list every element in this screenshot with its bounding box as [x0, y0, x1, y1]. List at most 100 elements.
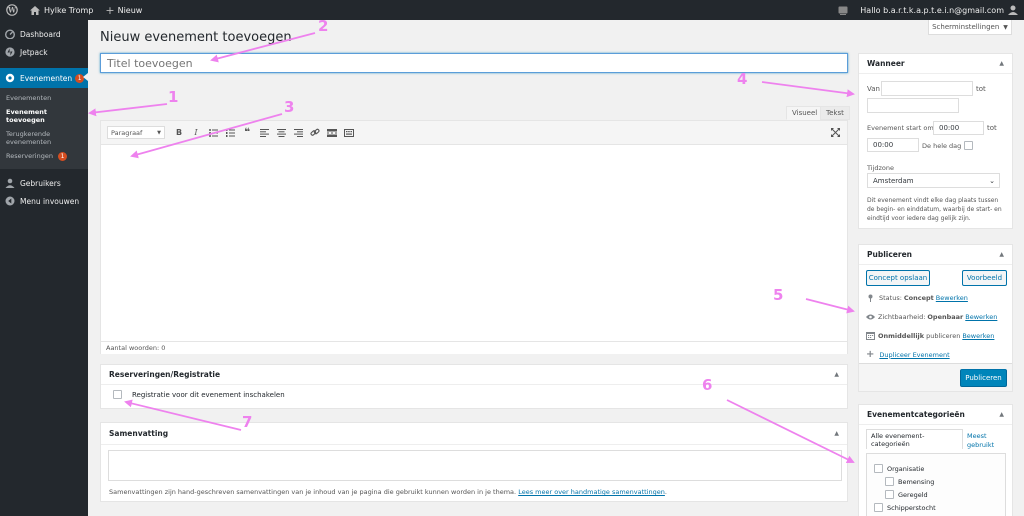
sidebar-item-evenementen[interactable]: Evenementen 1 — [0, 68, 88, 88]
align-left-button[interactable] — [258, 126, 270, 140]
new-content-link[interactable]: + Nieuw — [99, 0, 148, 20]
sidebar-item-label: Dashboard — [20, 29, 61, 39]
publish-button[interactable]: Publiceren — [960, 369, 1007, 387]
annotation-number-2: 2 — [318, 17, 329, 35]
pin-icon — [868, 294, 873, 302]
tab-visual[interactable]: Visueel — [786, 106, 824, 120]
align-right-icon — [293, 128, 303, 137]
site-name: Hylke Tromp — [44, 5, 94, 15]
annotation-number-3: 3 — [284, 98, 295, 116]
user-account-link[interactable]: Hallo b.a.r.t.k.a.p.t.e.i.n@gmail.com — [854, 0, 1024, 20]
category-checkbox[interactable] — [885, 490, 894, 499]
publish-postbox-header[interactable]: Publiceren ▲ — [859, 245, 1012, 265]
editor-content-area[interactable] — [101, 145, 847, 341]
sidebar-collapse-menu[interactable]: Menu invouwen — [0, 192, 88, 210]
postbox-title: Publiceren — [867, 250, 913, 259]
bullet-list-button[interactable] — [207, 126, 219, 140]
collapse-arrow-icon[interactable]: ▲ — [999, 251, 1004, 258]
admin-sidebar: Dashboard Jetpack Evenementen 1 Evenemen… — [0, 20, 88, 516]
category-checklist: Organisatie Bemensing Geregeld Schippers… — [866, 453, 1006, 516]
edit-visibility-link[interactable]: Bewerken — [965, 313, 997, 321]
start-date-input[interactable] — [881, 81, 973, 96]
user-avatar-icon — [1008, 5, 1018, 15]
notifications-link[interactable] — [832, 0, 854, 20]
start-time-input[interactable]: 00:00 — [933, 121, 984, 135]
align-right-button[interactable] — [292, 126, 304, 140]
events-icon — [5, 73, 15, 83]
reservations-postbox: Reserveringen/Registratie ▲ Registratie … — [100, 364, 848, 409]
start-time-label: Evenement start om — [867, 124, 934, 132]
insert-link-button[interactable] — [309, 126, 321, 140]
category-checkbox[interactable] — [885, 477, 894, 486]
timezone-label: Tijdzone — [867, 164, 895, 172]
tab-all-categories[interactable]: Alle evenement-categorieën — [866, 429, 963, 449]
format-select-value: Paragraaf — [111, 128, 143, 137]
collapse-arrow-icon[interactable]: ▲ — [999, 60, 1004, 67]
sidebar-item-label: Gebruikers — [20, 178, 61, 188]
visibility-row: Zichtbaarheid: Openbaar Bewerken — [866, 313, 997, 321]
all-day-label: De hele dag — [922, 141, 962, 150]
annotation-number-7: 7 — [242, 413, 253, 431]
preview-button[interactable]: Voorbeeld — [962, 270, 1007, 286]
read-more-button[interactable] — [326, 126, 338, 140]
format-select[interactable]: Paragraaf ▼ — [107, 126, 165, 139]
tab-most-used[interactable]: Meest gebruikt — [967, 432, 1007, 450]
wordpress-logo[interactable]: W — [0, 0, 24, 20]
sidebar-item-dashboard[interactable]: Dashboard — [0, 25, 88, 43]
annotation-number-6: 6 — [702, 376, 713, 394]
blockquote-button[interactable]: ❝ — [241, 126, 253, 140]
collapse-arrow-icon[interactable]: ▲ — [999, 411, 1004, 418]
summary-help-link[interactable]: Lees meer over handmatige samenvattingen — [518, 488, 665, 496]
submenu-item-terugkerende-evenementen[interactable]: Terugkerende evenementen — [0, 127, 60, 149]
event-title-input[interactable] — [100, 53, 848, 73]
enable-registration-label: Registratie voor dit evenement inschakel… — [132, 390, 285, 399]
submenu-item-evenementen[interactable]: Evenementen — [0, 91, 88, 105]
summary-postbox-header[interactable]: Samenvatting ▲ — [101, 423, 847, 445]
calendar-icon — [866, 332, 875, 340]
visibility-value: Openbaar — [927, 313, 964, 321]
end-date-input[interactable] — [867, 98, 959, 113]
category-label: Geregeld — [898, 490, 928, 499]
status-label: Status: — [879, 294, 902, 302]
end-time-input[interactable]: 00:00 — [867, 138, 919, 152]
fullscreen-button[interactable] — [829, 126, 841, 140]
duplicate-event-link[interactable]: Dupliceer Evenement — [879, 351, 949, 359]
edit-status-link[interactable]: Bewerken — [936, 294, 968, 302]
site-name-link[interactable]: Hylke Tromp — [24, 0, 99, 20]
events-count-badge: 1 — [75, 73, 85, 83]
toolbar-toggle-button[interactable] — [343, 126, 355, 140]
collapse-arrow-icon[interactable]: ▲ — [834, 430, 839, 437]
categories-postbox-header[interactable]: Evenementcategorieën ▲ — [859, 405, 1012, 425]
when-postbox-header[interactable]: Wanneer ▲ — [859, 54, 1012, 74]
reservations-count-badge: 1 — [58, 152, 68, 161]
enable-registration-checkbox[interactable] — [113, 390, 122, 399]
read-more-icon — [327, 128, 337, 137]
submenu-item-label: Reserveringen — [6, 152, 53, 160]
bullet-list-icon — [208, 128, 218, 137]
submenu-item-reserveringen[interactable]: Reserveringen 1 — [0, 149, 88, 164]
sidebar-item-gebruikers[interactable]: Gebruikers — [0, 174, 88, 192]
screen-options-button[interactable]: Scherminstellingen ▼ — [928, 20, 1012, 35]
jetpack-icon — [5, 47, 15, 57]
bold-button[interactable]: B — [173, 126, 185, 140]
publish-time-row: Onmiddellijk publiceren Bewerken — [866, 331, 994, 340]
italic-button[interactable]: I — [190, 126, 202, 140]
screen-options-label: Scherminstellingen — [932, 23, 1000, 31]
category-checkbox[interactable] — [874, 503, 883, 512]
chevron-down-icon: ▼ — [1003, 23, 1008, 31]
collapse-arrow-icon[interactable]: ▲ — [834, 371, 839, 378]
timezone-select[interactable]: Amsterdam ⌄ — [867, 173, 1000, 188]
edit-publish-time-link[interactable]: Bewerken — [962, 332, 994, 340]
save-draft-button[interactable]: Concept opslaan — [866, 270, 930, 286]
all-day-checkbox[interactable] — [964, 141, 974, 150]
reservations-postbox-header[interactable]: Reserveringen/Registratie ▲ — [101, 365, 847, 385]
sidebar-item-jetpack[interactable]: Jetpack — [0, 43, 88, 61]
numbered-list-button[interactable] — [224, 126, 236, 140]
summary-textarea[interactable] — [108, 450, 842, 481]
submenu-item-evenement-toevoegen[interactable]: Evenement toevoegen — [0, 105, 88, 127]
align-center-button[interactable] — [275, 126, 287, 140]
category-checkbox[interactable] — [874, 464, 883, 473]
category-label: Organisatie — [887, 464, 925, 473]
tab-text[interactable]: Tekst — [820, 106, 850, 120]
numbered-list-icon — [225, 128, 235, 137]
